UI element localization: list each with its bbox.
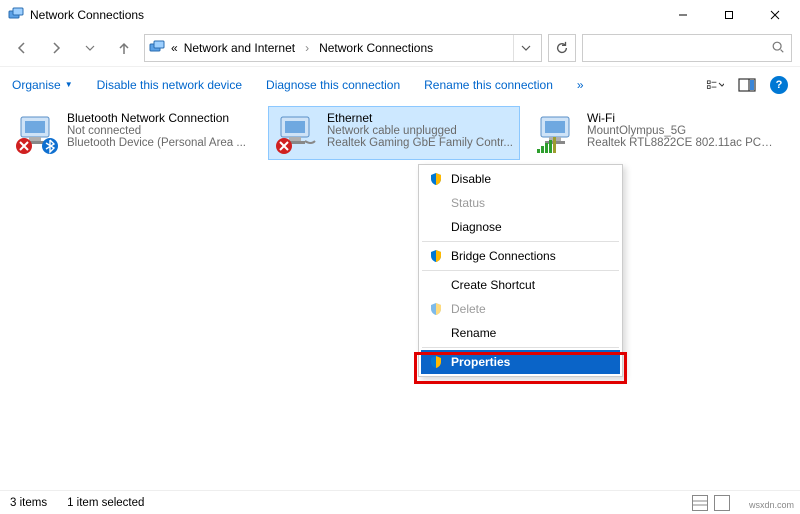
connection-tile-wifi[interactable]: Wi-Fi MountOlympus_5G Realtek RTL8822CE … — [528, 106, 780, 160]
adapter-icon — [535, 111, 579, 155]
refresh-button[interactable] — [548, 34, 576, 62]
menu-separator — [422, 270, 619, 271]
search-input[interactable] — [582, 34, 792, 62]
back-button[interactable] — [8, 34, 36, 62]
rename-connection-button[interactable]: Rename this connection — [424, 78, 553, 92]
menu-rename[interactable]: Rename — [421, 321, 620, 345]
shield-icon — [429, 249, 443, 263]
adapter-icon — [275, 111, 319, 155]
breadcrumb-part[interactable]: Network and Internet — [184, 41, 295, 55]
window-icon — [8, 7, 24, 23]
up-button[interactable] — [110, 34, 138, 62]
connection-detail: Realtek Gaming GbE Family Contr... — [327, 137, 513, 149]
shield-icon — [429, 355, 443, 369]
breadcrumb-part[interactable]: Network Connections — [319, 41, 433, 55]
status-item-count: 3 items — [10, 497, 47, 509]
close-button[interactable] — [752, 0, 798, 30]
connection-detail: Realtek RTL8822CE 802.11ac PCIe ... — [587, 137, 773, 149]
watermark: wsxdn.com — [749, 500, 794, 510]
connection-status: MountOlympus_5G — [587, 125, 773, 137]
preview-pane-icon[interactable] — [738, 76, 756, 94]
connection-name: Bluetooth Network Connection — [67, 111, 246, 125]
menu-bridge[interactable]: Bridge Connections — [421, 244, 620, 268]
menu-create-shortcut[interactable]: Create Shortcut — [421, 273, 620, 297]
connection-tile-bluetooth[interactable]: Bluetooth Network Connection Not connect… — [8, 106, 260, 160]
disable-device-button[interactable]: Disable this network device — [97, 78, 242, 92]
error-overlay-icon — [275, 137, 293, 155]
maximize-button[interactable] — [706, 0, 752, 30]
forward-button[interactable] — [42, 34, 70, 62]
organise-menu[interactable]: Organise▼ — [12, 78, 73, 92]
shield-icon — [429, 302, 443, 316]
toolbar-overflow[interactable]: » — [577, 78, 584, 92]
view-options-icon[interactable] — [706, 76, 724, 94]
help-icon[interactable]: ? — [770, 76, 788, 94]
connection-name: Ethernet — [327, 111, 513, 125]
location-icon — [149, 40, 165, 56]
window-title: Network Connections — [30, 8, 144, 22]
status-selected-count: 1 item selected — [67, 497, 144, 509]
shield-icon — [429, 172, 443, 186]
search-icon — [771, 40, 785, 57]
minimize-button[interactable] — [660, 0, 706, 30]
recent-dropdown[interactable] — [76, 34, 104, 62]
connection-tile-ethernet[interactable]: Ethernet Network cable unplugged Realtek… — [268, 106, 520, 160]
menu-delete: Delete — [421, 297, 620, 321]
address-dropdown[interactable] — [513, 35, 537, 61]
menu-disable[interactable]: Disable — [421, 167, 620, 191]
context-menu: Disable Status Diagnose Bridge Connectio… — [418, 164, 623, 377]
signal-overlay-icon — [537, 137, 556, 153]
diagnose-connection-button[interactable]: Diagnose this connection — [266, 78, 400, 92]
menu-separator — [422, 347, 619, 348]
menu-properties[interactable]: Properties — [421, 350, 620, 374]
menu-separator — [422, 241, 619, 242]
large-icons-view-icon[interactable] — [714, 495, 730, 511]
breadcrumb-prefix: « — [171, 41, 178, 55]
bluetooth-overlay-icon — [41, 137, 59, 155]
menu-diagnose[interactable]: Diagnose — [421, 215, 620, 239]
details-view-icon[interactable] — [692, 495, 708, 511]
menu-status: Status — [421, 191, 620, 215]
address-bar[interactable]: « Network and Internet › Network Connect… — [144, 34, 542, 62]
adapter-icon — [15, 111, 59, 155]
connection-name: Wi-Fi — [587, 111, 773, 125]
connection-detail: Bluetooth Device (Personal Area ... — [67, 137, 246, 149]
connection-status: Not connected — [67, 125, 246, 137]
connection-status: Network cable unplugged — [327, 125, 513, 137]
error-overlay-icon — [15, 137, 33, 155]
breadcrumb-separator: › — [301, 41, 313, 55]
